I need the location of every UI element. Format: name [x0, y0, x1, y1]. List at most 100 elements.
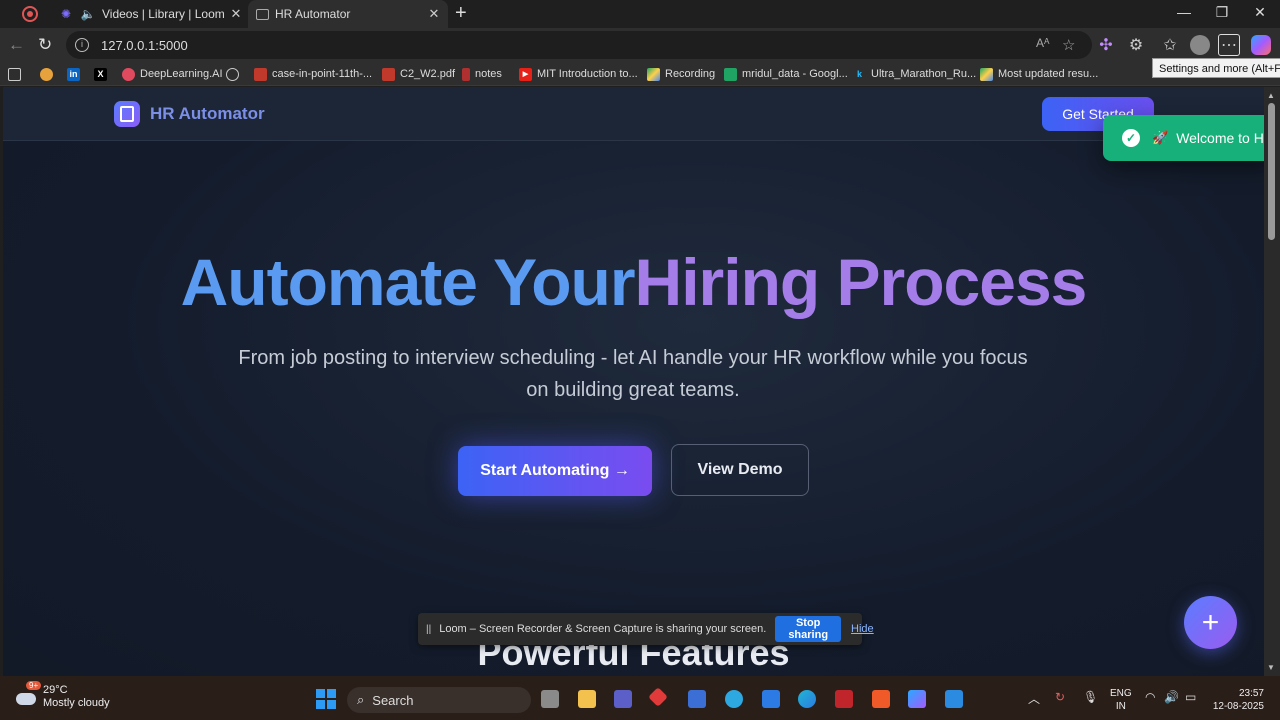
refresh-icon[interactable]: ↻	[38, 35, 52, 55]
site-info-icon[interactable]: i	[75, 38, 89, 52]
hero-subtitle: From job posting to interview scheduling…	[238, 347, 1028, 401]
copilot-taskbar-icon[interactable]	[908, 690, 926, 708]
bookmark-label: Recording	[665, 68, 716, 80]
bookmarks-menu-icon[interactable]	[8, 66, 26, 82]
bookmark-label: mridul_data - Googl...	[742, 68, 848, 80]
browser-tab-bar: ✺ 🔈 Videos | Library | Loom ✕ HR Automat…	[0, 0, 1280, 28]
speaker-icon[interactable]: 🔈	[80, 6, 96, 22]
back-icon[interactable]: ←	[8, 35, 25, 55]
volume-icon[interactable]: 🔊	[1164, 690, 1179, 704]
bookmark-deeplearning[interactable]: DeepLearning.AI	[122, 66, 223, 82]
windows-taskbar: 9+ 29°C Mostly cloudy ⌕ Search ︿ ↻ 🎙 ENG…	[0, 676, 1280, 720]
copilot-icon[interactable]	[1250, 34, 1272, 56]
bookmark-globe[interactable]	[226, 66, 244, 82]
weather-temp: 29°C	[43, 684, 68, 696]
drive-icon	[980, 67, 993, 81]
bookmark-case-in-point[interactable]: case-in-point-11th-...	[254, 66, 372, 82]
stop-sharing-button[interactable]: Stop sharing	[775, 616, 842, 642]
close-icon[interactable]: ✕	[228, 6, 244, 22]
store-icon[interactable]	[688, 690, 706, 708]
loom-icon: ✺	[60, 7, 72, 21]
bookmark-label: case-in-point-11th-...	[272, 68, 373, 80]
task-view-icon[interactable]	[541, 690, 559, 708]
todo-icon[interactable]	[762, 690, 780, 708]
recording-icon[interactable]	[22, 6, 38, 22]
bookmark-linkedin[interactable]: in	[67, 66, 85, 82]
vscode-icon[interactable]	[945, 690, 963, 708]
restore-icon[interactable]: ❐	[1212, 4, 1232, 21]
system-clock[interactable]: 23:57 12-08-2025	[1208, 687, 1264, 713]
brave-icon[interactable]	[872, 690, 890, 708]
cloud-icon: 9+	[14, 681, 42, 707]
hide-link[interactable]: Hide	[851, 623, 874, 635]
start-automating-button[interactable]: Start Automating →	[458, 446, 652, 496]
tab-hr-automator[interactable]: HR Automator ✕	[248, 0, 448, 28]
tray-chevron-icon[interactable]: ︿	[1028, 690, 1040, 707]
clock-date: 12-08-2025	[1212, 701, 1264, 712]
search-icon: ⌕	[357, 692, 365, 707]
taskbar-search[interactable]: ⌕ Search	[347, 687, 531, 713]
hero-title: Automate YourHiring Process	[3, 245, 1264, 319]
x-icon: X	[94, 67, 107, 81]
welcome-toast[interactable]: ✓ 🚀 Welcome to HR	[1103, 115, 1264, 161]
sheets-icon	[724, 67, 737, 81]
language-indicator[interactable]: ENG IN	[1110, 687, 1132, 713]
close-icon[interactable]: ✕	[426, 6, 442, 22]
mcafee-icon[interactable]	[835, 690, 853, 708]
puzzle-icon[interactable]: ⚙	[1125, 34, 1147, 56]
scroll-down-icon[interactable]: ▼	[1267, 663, 1275, 672]
weather-widget[interactable]: 9+ 29°C Mostly cloudy	[14, 681, 110, 710]
file-explorer-icon[interactable]	[578, 690, 596, 708]
bookmark-emoji[interactable]	[40, 66, 58, 82]
wifi-icon[interactable]: ◠	[1145, 690, 1155, 704]
drag-handle-icon[interactable]: ||	[426, 624, 431, 635]
bookmark-c2w2[interactable]: C2_W2.pdf	[382, 66, 455, 82]
building-icon[interactable]	[114, 101, 140, 127]
bookmark-label: DeepLearning.AI	[140, 68, 223, 80]
minimize-icon[interactable]: —	[1174, 4, 1194, 20]
settings-more-icon[interactable]: ⋯	[1218, 34, 1240, 56]
bookmark-label: MIT Introduction to...	[537, 68, 638, 80]
app-diamond-icon[interactable]	[648, 687, 668, 707]
bookmark-resume[interactable]: Most updated resu...	[980, 66, 1098, 82]
read-aloud-icon[interactable]: Aᴬ	[1036, 36, 1049, 50]
teams-icon[interactable]	[614, 690, 632, 708]
add-floating-button[interactable]: +	[1184, 596, 1237, 649]
bookmark-recording[interactable]: Recording	[647, 66, 715, 82]
tab-label: HR Automator	[275, 7, 351, 21]
scroll-thumb[interactable]	[1268, 103, 1275, 240]
sync-icon[interactable]: ↻	[1055, 690, 1065, 704]
tab-label: Videos | Library | Loom	[102, 7, 225, 21]
bookmark-x[interactable]: X	[94, 66, 112, 82]
address-bar[interactable]: i 127.0.0.1:5000 Aᴬ ☆	[66, 31, 1092, 59]
view-demo-button[interactable]: View Demo	[671, 444, 809, 496]
notes-icon	[462, 67, 470, 81]
bookmark-notes[interactable]: notes	[462, 66, 502, 82]
bookmark-mridul-data[interactable]: mridul_data - Googl...	[724, 66, 848, 82]
chrome-icon[interactable]	[725, 690, 743, 708]
new-tab-button[interactable]: +	[455, 2, 467, 25]
region-code: IN	[1115, 701, 1126, 712]
url-text[interactable]: 127.0.0.1:5000	[101, 38, 188, 53]
favorite-star-icon[interactable]: ☆	[1062, 36, 1075, 54]
rocket-icon: 🚀	[1152, 130, 1169, 145]
favorites-icon[interactable]: ✩	[1159, 34, 1181, 56]
clock-time: 23:57	[1238, 688, 1264, 699]
kaggle-icon: k	[856, 68, 862, 79]
windows-start-icon[interactable]	[316, 689, 336, 709]
profile-icon[interactable]	[1189, 34, 1211, 56]
battery-icon[interactable]: ▭	[1185, 690, 1196, 704]
scroll-up-icon[interactable]: ▲	[1267, 91, 1275, 100]
bookmark-ultra-marathon[interactable]: k Ultra_Marathon_Ru...	[853, 66, 976, 82]
close-window-icon[interactable]: ✕	[1250, 4, 1270, 21]
page-scrollbar[interactable]: ▲ ▼	[1264, 87, 1280, 676]
bookmark-mit[interactable]: ▶ MIT Introduction to...	[519, 66, 638, 82]
microphone-icon[interactable]: 🎙	[1083, 690, 1098, 704]
tab-loom[interactable]: ✺ 🔈 Videos | Library | Loom ✕	[50, 0, 250, 28]
extensions-grid-icon[interactable]: ✣	[1095, 34, 1117, 56]
brand-name[interactable]: HR Automator	[150, 104, 265, 124]
bookmark-label: Most updated resu...	[998, 68, 1099, 80]
address-toolbar: ← ↻ i 127.0.0.1:5000 Aᴬ ☆	[0, 28, 1280, 62]
hero-title-part-a: Automate Your	[180, 245, 636, 319]
edge-icon[interactable]	[798, 690, 816, 708]
